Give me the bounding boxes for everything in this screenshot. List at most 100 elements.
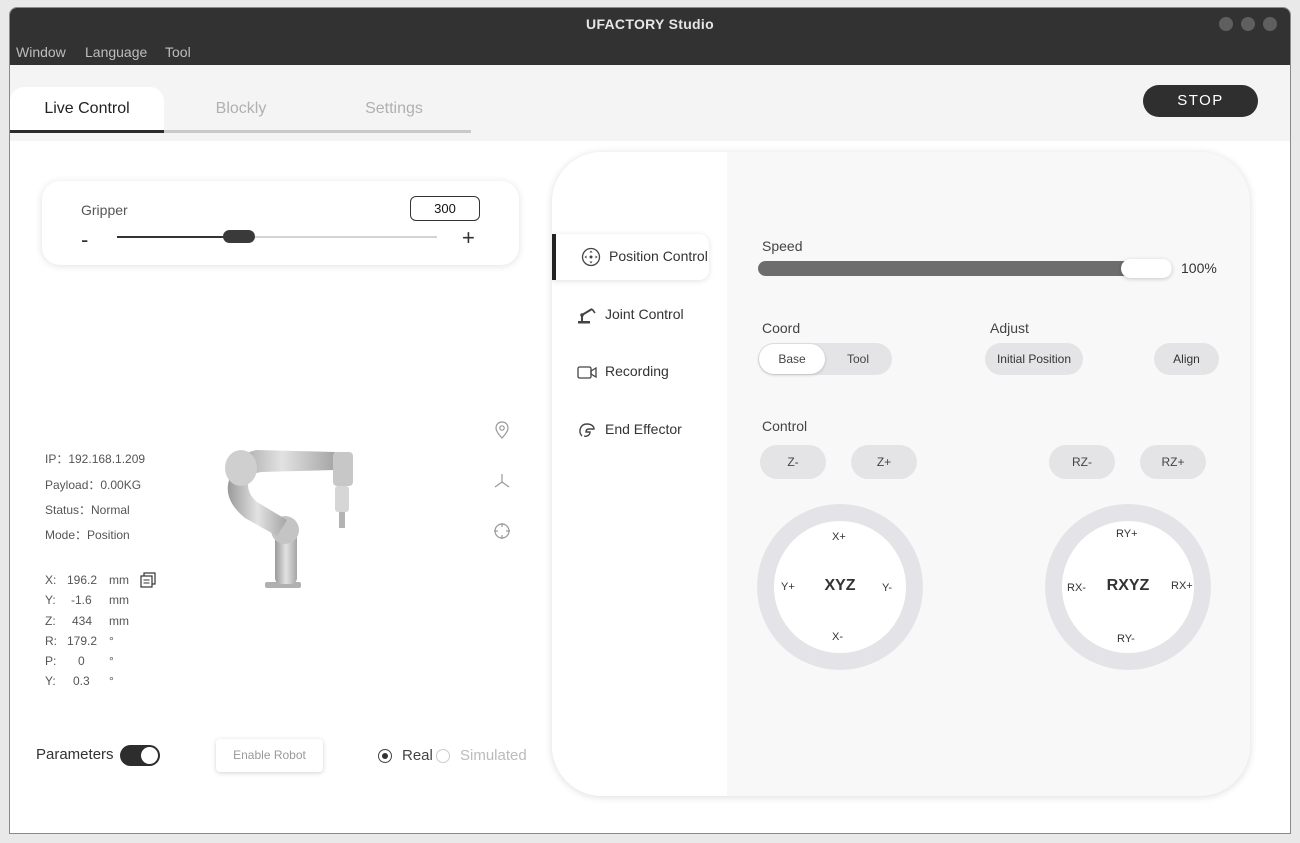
control-panel: Position Control Joint Control Recording [552,152,1250,796]
pose-value: 0 [78,654,85,668]
gripper-label: Gripper [81,202,128,218]
stop-button[interactable]: STOP [1143,85,1258,117]
end-effector-icon [579,423,595,437]
status-info: Status：Normal [45,503,130,517]
pose-axis: X: [45,573,57,587]
jog-z-plus-button[interactable]: Z+ [851,445,917,479]
speed-slider-thumb[interactable] [1121,259,1172,278]
maximize-button[interactable] [1241,17,1255,31]
crosshair-icon[interactable] [492,521,512,541]
axes-icon[interactable] [492,471,512,491]
x-plus-button[interactable]: X+ [832,531,846,543]
nav-label: Joint Control [605,306,684,322]
pose-value: 196.2 [67,573,98,587]
nav-recording[interactable]: Recording [552,349,709,395]
tab-underline [164,130,471,133]
location-pin-icon[interactable] [492,420,512,440]
x-minus-button[interactable]: X- [832,631,843,643]
adjust-label: Adjust [990,320,1029,336]
pose-unit: mm [109,614,129,628]
coord-label: Coord [762,320,801,336]
pose-unit: mm [109,573,129,587]
gripper-slider[interactable] [117,230,437,243]
simulated-radio[interactable] [436,749,450,763]
pose-value: -1.6 [71,593,92,607]
jog-rz-minus-button[interactable]: RZ- [1049,445,1115,479]
real-label: Real [402,747,433,764]
position-control-icon [581,247,601,267]
pose-value: 179.2 [67,634,98,648]
menu-bar: Window Language Tool [10,40,1290,65]
control-label: Control [762,418,808,434]
nav-label: Recording [605,363,669,379]
pose-value: 434 [72,614,93,628]
simulated-label: Simulated [460,747,527,764]
toggle-knob [141,747,158,764]
real-radio[interactable] [378,749,392,763]
enable-robot-button[interactable]: Enable Robot [216,739,323,772]
pose-axis: Y: [45,674,56,688]
speed-label: Speed [762,238,803,254]
title-bar: UFACTORY Studio [10,8,1290,40]
gripper-decrease-button[interactable]: - [81,227,88,253]
speed-slider[interactable] [758,259,1172,278]
menu-window[interactable]: Window [16,44,66,60]
jog-rz-plus-button[interactable]: RZ+ [1140,445,1206,479]
pose-unit: ° [109,654,114,668]
menu-language[interactable]: Language [85,44,147,60]
pose-unit: ° [109,634,114,648]
close-button[interactable] [1263,17,1277,31]
ry-plus-button[interactable]: RY+ [1116,528,1138,540]
ry-minus-button[interactable]: RY- [1117,633,1135,645]
control-nav: Position Control Joint Control Recording [552,152,727,796]
tab-live-control[interactable]: Live Control [10,87,164,133]
gripper-slider-thumb[interactable] [223,230,255,243]
pose-unit: mm [109,593,129,607]
window-title: UFACTORY Studio [586,16,714,32]
coord-segmented-control: Base Tool [758,343,892,375]
app-window: UFACTORY Studio Window Language Tool Liv… [9,7,1291,834]
nav-label: Position Control [609,248,708,264]
pose-axis: Y: [45,593,56,607]
ip-info: IP：192.168.1.209 [45,452,146,466]
coord-tool-option[interactable]: Tool [825,344,891,374]
tab-blockly[interactable]: Blockly [164,87,318,133]
gripper-increase-button[interactable]: + [462,225,475,251]
nav-position-control[interactable]: Position Control [552,234,709,280]
rx-minus-button[interactable]: RX- [1067,582,1086,594]
rxyz-dial-face: RXYZ RY+ RY- RX- RX+ [1062,521,1194,653]
menu-tool[interactable]: Tool [165,44,191,60]
payload-info: Payload：0.00KG [45,478,142,492]
tab-bar: Live Control Blockly Settings [10,65,1290,141]
gripper-slider-fill [117,236,239,238]
speed-value: 100% [1181,260,1217,276]
y-minus-button[interactable]: Y- [882,582,892,594]
copy-icon[interactable] [139,571,157,589]
nav-end-effector[interactable]: End Effector [552,407,709,453]
pose-axis: P: [45,654,57,668]
align-button[interactable]: Align [1154,343,1219,375]
pose-unit: ° [109,674,114,688]
pose-axis: Z: [45,614,56,628]
y-plus-button[interactable]: Y+ [781,581,795,593]
xyz-dial-face: XYZ X+ X- Y+ Y- [774,521,906,653]
jog-z-minus-button[interactable]: Z- [760,445,826,479]
gripper-card: Gripper 300 - + [42,181,519,265]
nav-label: End Effector [605,421,682,437]
rxyz-jog-dial: RXYZ RY+ RY- RX- RX+ [1045,504,1211,670]
tab-settings[interactable]: Settings [317,87,471,133]
rx-plus-button[interactable]: RX+ [1171,580,1193,592]
minimize-button[interactable] [1219,17,1233,31]
gripper-value-input[interactable]: 300 [410,196,480,221]
mode-info: Mode：Position [45,528,130,542]
parameters-toggle[interactable] [120,745,160,766]
nav-joint-control[interactable]: Joint Control [552,292,709,338]
xyz-jog-dial: XYZ X+ X- Y+ Y- [757,504,923,670]
pose-value: 0.3 [73,674,90,688]
pose-axis: R: [45,634,57,648]
initial-position-button[interactable]: Initial Position [985,343,1083,375]
joint-control-icon [578,308,596,324]
coord-base-option[interactable]: Base [759,344,825,374]
video-camera-icon [577,366,597,379]
robot-arm-model[interactable] [215,440,355,590]
